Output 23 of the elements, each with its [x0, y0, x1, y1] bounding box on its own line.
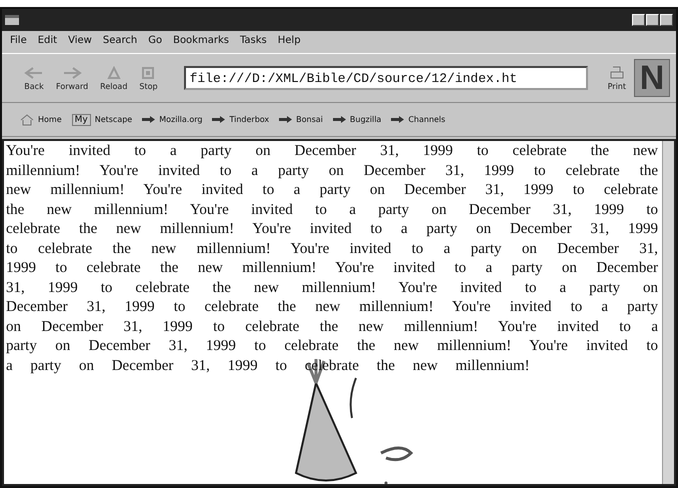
nav-button[interactable]: Forward: [52, 66, 92, 90]
bookmark-link[interactable]: Channels: [391, 115, 446, 124]
bookmark-link[interactable]: Tinderbox: [212, 115, 270, 124]
address-field[interactable]: file:///D:/XML/Bible/CD/source/12/index.ht: [184, 66, 588, 90]
logo: N: [634, 59, 670, 97]
menu-item[interactable]: Tasks: [240, 35, 267, 49]
menu-item[interactable]: Edit: [38, 35, 58, 49]
menu-item[interactable]: Bookmarks: [173, 35, 229, 49]
bookmark-link[interactable]: My Netscape: [72, 114, 132, 126]
menu-item[interactable]: Search: [102, 35, 138, 49]
menu-item[interactable]: File: [10, 35, 27, 49]
nav-button[interactable]: Back: [20, 66, 48, 90]
bookmark-link[interactable]: Home: [20, 114, 62, 126]
menu-item[interactable]: Help: [278, 35, 301, 49]
menu-item[interactable]: View: [68, 35, 92, 49]
bookmark-link[interactable]: Bonsai: [279, 115, 323, 124]
bookmark-link[interactable]: Bugzilla: [332, 115, 382, 124]
bookmark-link[interactable]: Mozilla.org: [142, 115, 202, 124]
my-netscape-icon: My: [72, 114, 91, 126]
nav-button[interactable]: Stop: [135, 66, 162, 90]
nav-button[interactable]: Reload: [96, 66, 132, 90]
menu-item[interactable]: Go: [148, 35, 162, 49]
print-button[interactable]: Print: [604, 66, 630, 90]
